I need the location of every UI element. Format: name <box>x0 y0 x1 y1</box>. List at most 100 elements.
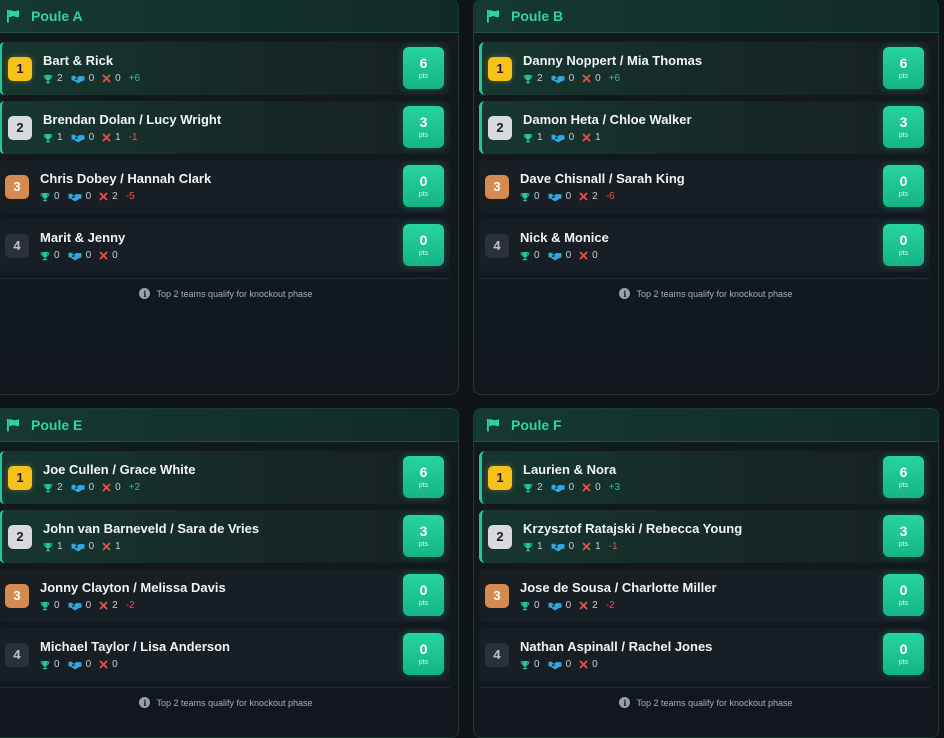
draws-stat: 0 <box>551 541 574 552</box>
standing-row[interactable]: 4 Michael Taylor / Lisa Anderson 0 0 0 0… <box>0 628 450 681</box>
wins-count: 2 <box>57 482 63 493</box>
score-difference: -1 <box>128 132 138 143</box>
team-info: Krzysztof Ratajski / Rebecca Young 1 0 1… <box>523 521 930 552</box>
handshake-icon <box>548 193 562 201</box>
group-card-1: Poule B 1 Danny Noppert / Mia Thomas 2 0… <box>473 0 939 395</box>
group-header: Poule B <box>474 0 938 33</box>
losses-stat: 2 <box>579 191 598 202</box>
standing-row[interactable]: 2 Damon Heta / Chloe Walker 1 0 1 3 pts <box>479 101 930 154</box>
standing-row[interactable]: 4 Marit & Jenny 0 0 0 0 pts <box>0 219 450 272</box>
losses-count: 2 <box>592 600 598 611</box>
team-stats: 2 0 0 +2 <box>43 482 450 493</box>
cross-icon <box>579 660 588 669</box>
draws-count: 0 <box>568 73 575 84</box>
points-value: 0 <box>419 232 428 248</box>
draws-stat: 0 <box>548 191 571 202</box>
standing-row[interactable]: 2 Krzysztof Ratajski / Rebecca Young 1 0… <box>479 510 930 563</box>
draws-stat: 0 <box>551 132 575 143</box>
standing-row[interactable]: 4 Nick & Monice 0 0 0 0 pts <box>479 219 930 272</box>
cross-icon <box>582 542 591 551</box>
team-name: Michael Taylor / Lisa Anderson <box>40 639 230 654</box>
trophy-icon <box>523 133 533 142</box>
standing-row[interactable]: 3 Dave Chisnall / Sarah King 0 0 2 -6 0 … <box>479 160 930 213</box>
draws-count: 0 <box>85 600 92 611</box>
rank-badge: 3 <box>5 583 29 608</box>
standing-row[interactable]: 2 John van Barneveld / Sara de Vries 1 0… <box>0 510 450 563</box>
qualification-note: i Top 2 teams qualify for knockout phase <box>474 279 938 308</box>
points-badge: 3 pts <box>403 106 444 148</box>
standing-row[interactable]: 1 Laurien & Nora 2 0 0 +3 6 pts <box>479 451 930 504</box>
losses-count: 0 <box>595 482 601 493</box>
standing-row[interactable]: 1 Joe Cullen / Grace White 2 0 0 +2 6 pt… <box>0 451 450 504</box>
standing-row[interactable]: 4 Nathan Aspinall / Rachel Jones 0 0 0 0… <box>479 628 930 681</box>
wins-count: 0 <box>54 600 60 611</box>
qualification-note-text: Top 2 teams qualify for knockout phase <box>156 697 313 708</box>
points-label: pts <box>898 250 909 257</box>
rank-badge: 4 <box>5 642 29 667</box>
team-info: Danny Noppert / Mia Thomas 2 0 0 +6 <box>523 53 930 84</box>
draws-stat: 0 <box>551 482 574 493</box>
points-label: pts <box>418 482 429 489</box>
losses-stat: 0 <box>579 250 598 261</box>
points-value: 0 <box>899 232 908 248</box>
score-difference: -2 <box>125 600 135 611</box>
team-stats: 1 0 1 -1 <box>523 541 930 552</box>
wins-stat: 0 <box>40 191 60 202</box>
losses-count: 0 <box>592 250 598 261</box>
points-label: pts <box>898 132 909 139</box>
trophy-icon <box>43 74 53 83</box>
team-stats: 0 0 0 <box>40 659 450 670</box>
draws-stat: 0 <box>71 73 94 84</box>
wins-stat: 2 <box>523 73 543 84</box>
info-icon: i <box>139 288 151 299</box>
wins-count: 0 <box>534 600 540 611</box>
rank-badge: 1 <box>488 465 512 490</box>
wins-count: 1 <box>537 541 543 552</box>
losses-stat: 1 <box>102 132 121 143</box>
trophy-icon <box>40 251 50 260</box>
team-stats: 0 0 2 -6 <box>520 191 930 202</box>
standings-list: 1 Joe Cullen / Grace White 2 0 0 +2 6 pt… <box>0 442 458 681</box>
draws-count: 0 <box>85 191 92 202</box>
standing-row[interactable]: 3 Chris Dobey / Hannah Clark 0 0 2 -5 0 … <box>0 160 450 213</box>
trophy-icon <box>520 660 530 669</box>
standing-row[interactable]: 1 Bart & Rick 2 0 0 +6 6 pts <box>0 42 450 95</box>
wins-stat: 2 <box>43 73 63 84</box>
draws-count: 0 <box>568 132 575 143</box>
qualification-note-text: Top 2 teams qualify for knockout phase <box>156 288 313 299</box>
wins-count: 0 <box>54 250 60 261</box>
team-name: Damon Heta / Chloe Walker <box>523 112 692 127</box>
qualification-note: i Top 2 teams qualify for knockout phase <box>474 688 938 717</box>
points-badge: 0 pts <box>883 574 924 616</box>
standing-row[interactable]: 3 Jonny Clayton / Melissa Davis 0 0 2 -2… <box>0 569 450 622</box>
qualification-note-text: Top 2 teams qualify for knockout phase <box>636 697 793 708</box>
score-difference: +3 <box>608 482 621 493</box>
group-card-2: Poule E 1 Joe Cullen / Grace White 2 0 0… <box>0 408 459 738</box>
cross-icon <box>579 601 588 610</box>
team-stats: 2 0 0 +3 <box>523 482 930 493</box>
wins-count: 2 <box>537 73 543 84</box>
wins-stat: 0 <box>40 659 60 670</box>
standing-row[interactable]: 2 Brendan Dolan / Lucy Wright 1 0 1 -1 3… <box>0 101 450 154</box>
draws-count: 0 <box>565 250 572 261</box>
points-value: 0 <box>419 582 428 598</box>
wins-stat: 2 <box>523 482 543 493</box>
group-title: Poule E <box>31 417 83 433</box>
draws-count: 0 <box>88 132 95 143</box>
team-stats: 0 0 0 <box>40 250 450 261</box>
standing-row[interactable]: 1 Danny Noppert / Mia Thomas 2 0 0 +6 6 … <box>479 42 930 95</box>
wins-count: 0 <box>534 191 540 202</box>
draws-stat: 0 <box>548 659 571 670</box>
wins-count: 1 <box>57 132 63 143</box>
standing-row[interactable]: 3 Jose de Sousa / Charlotte Miller 0 0 2… <box>479 569 930 622</box>
team-stats: 1 0 1 <box>523 132 930 143</box>
team-name: Dave Chisnall / Sarah King <box>520 171 685 186</box>
handshake-icon <box>71 75 85 83</box>
team-name: Bart & Rick <box>43 53 114 68</box>
team-info: Dave Chisnall / Sarah King 0 0 2 -6 <box>520 171 930 202</box>
trophy-icon <box>520 251 530 260</box>
points-value: 0 <box>419 641 428 657</box>
points-badge: 6 pts <box>403 47 444 89</box>
points-value: 3 <box>899 523 908 539</box>
points-label: pts <box>898 191 909 198</box>
